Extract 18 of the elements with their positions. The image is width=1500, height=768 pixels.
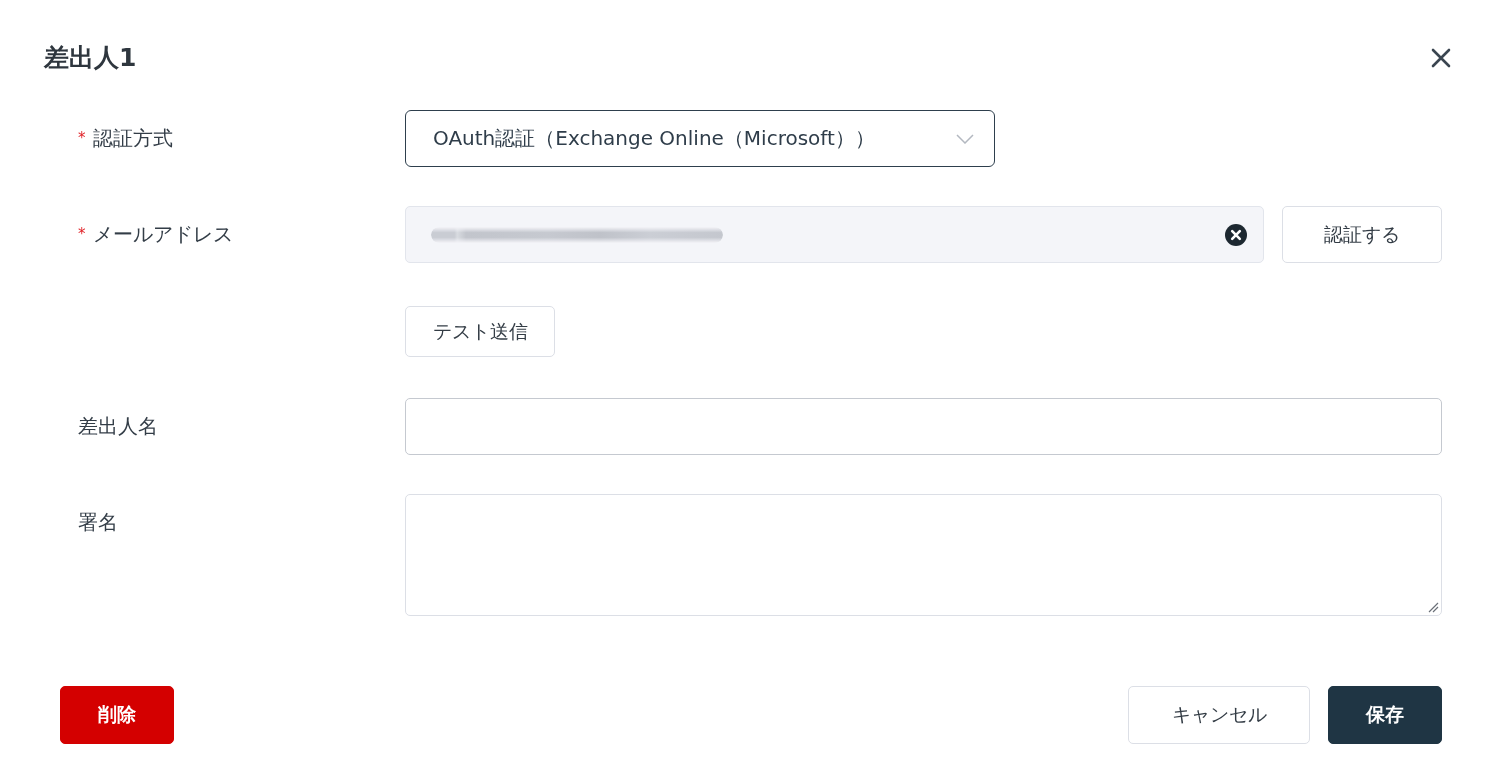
field-label: メールアドレス (92, 221, 233, 248)
dialog-title: 差出人1 (44, 42, 137, 74)
close-button[interactable] (1430, 47, 1452, 69)
field-label: 署名 (78, 509, 118, 536)
chevron-down-icon (956, 133, 974, 144)
close-icon (1430, 47, 1452, 69)
resize-grip-icon[interactable] (1428, 602, 1439, 613)
required-asterisk: * (78, 131, 86, 146)
dropdown[interactable]: OAuth認証（Exchange Online（Microsoft）） (405, 110, 995, 167)
delete-button[interactable]: 削除 (60, 686, 174, 744)
test-send-button[interactable]: テスト送信 (405, 306, 555, 357)
field-label: 差出人名 (78, 413, 158, 440)
text-field[interactable] (405, 398, 1442, 455)
save-button[interactable]: 保存 (1328, 686, 1442, 744)
field-label: 認証方式 (92, 125, 173, 152)
cancel-button[interactable]: キャンセル (1128, 686, 1310, 744)
required-asterisk: * (78, 227, 86, 242)
textarea-field[interactable] (405, 494, 1442, 616)
